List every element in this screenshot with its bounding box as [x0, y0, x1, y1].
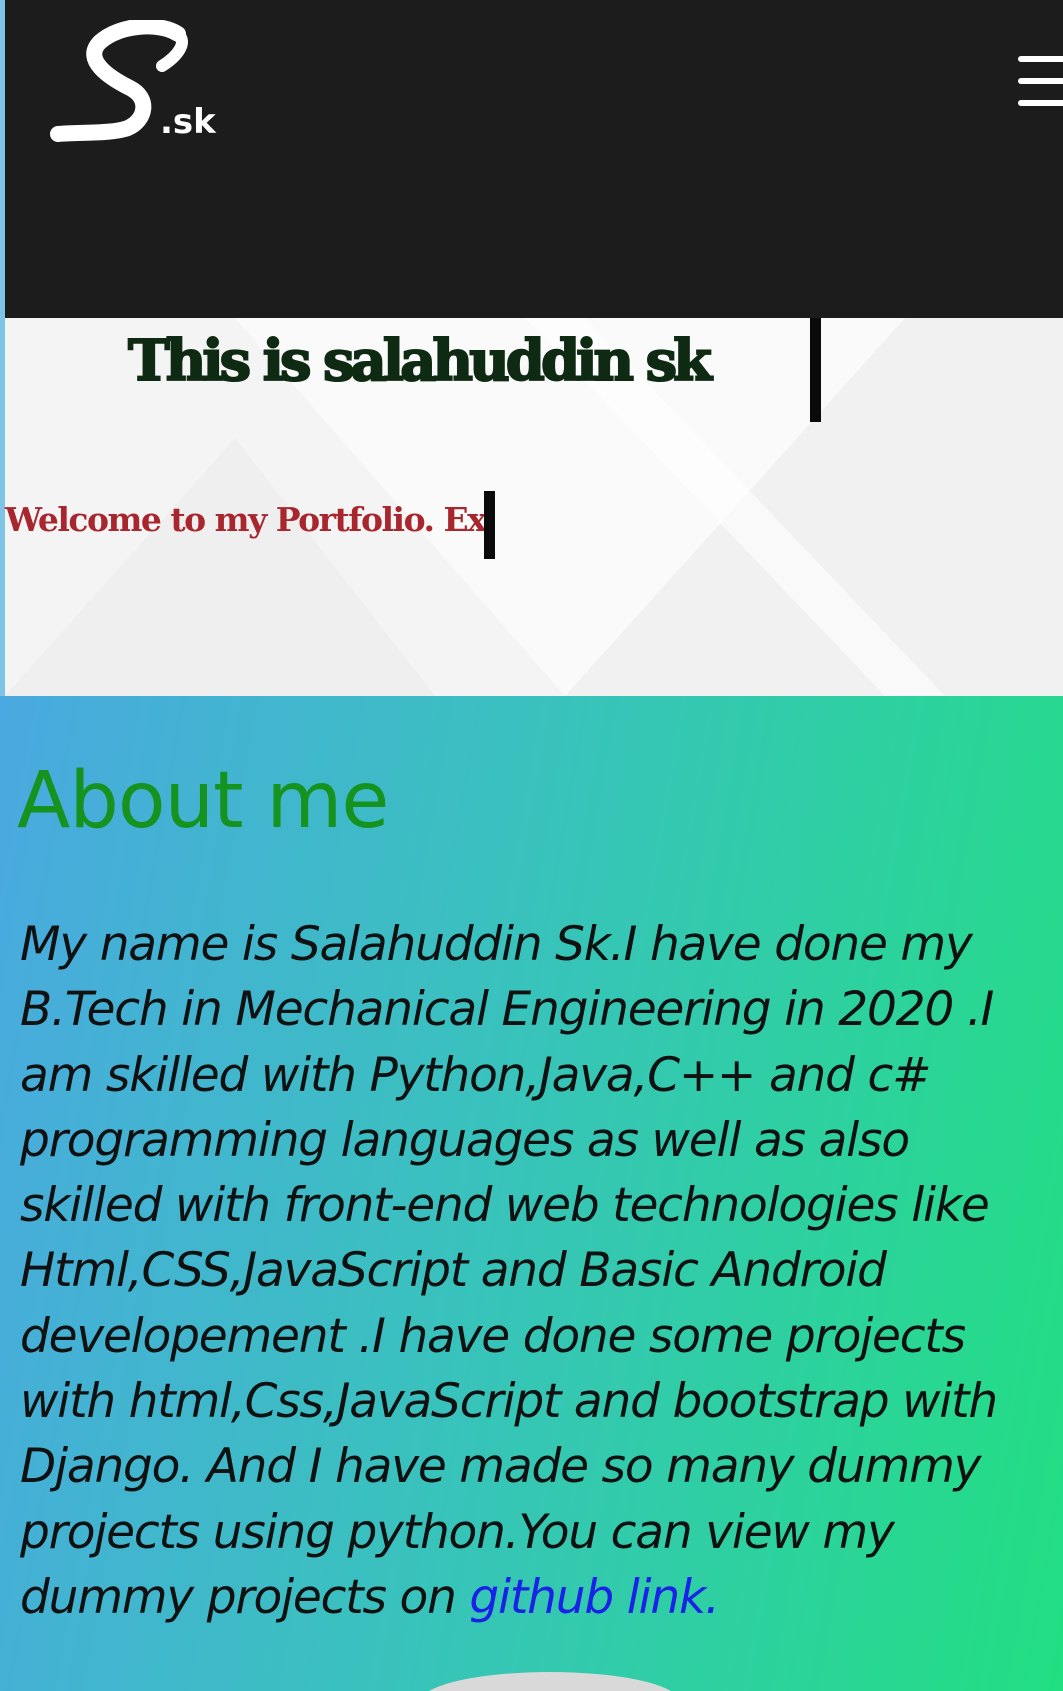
menu-bar: [1018, 78, 1063, 84]
about-paragraph: My name is Salahuddin Sk.I have done my …: [20, 912, 1063, 1630]
menu-bar: [1018, 100, 1063, 106]
github-link[interactable]: github link.: [469, 1570, 720, 1625]
logo-suffix: .sk: [160, 102, 216, 142]
about-paragraph-text: My name is Salahuddin Sk.I have done my …: [20, 917, 998, 1625]
hero-subtitle: Welcome to my Portfolio. Ex: [5, 500, 487, 539]
menu-bar: [1018, 56, 1063, 62]
typing-cursor: [484, 491, 495, 559]
about-heading: About me: [17, 756, 389, 846]
scroll-indicator-arc: [420, 1672, 680, 1691]
typing-cursor: [810, 318, 821, 422]
site-header: .sk: [5, 0, 1063, 318]
hamburger-menu-icon[interactable]: [1018, 56, 1063, 116]
hero-title: This is salahuddin sk: [127, 327, 713, 395]
